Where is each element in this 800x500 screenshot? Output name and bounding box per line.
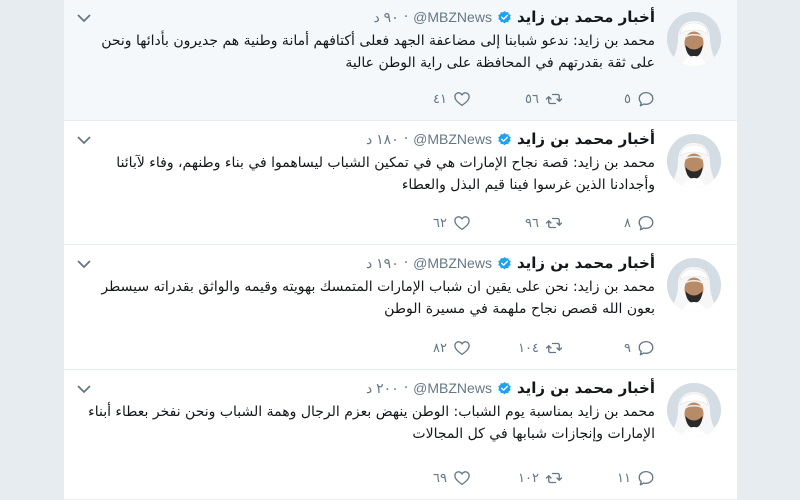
retweet-button[interactable]: ١٠٤	[471, 339, 563, 357]
tweet-actions: ٥ ٥٦ ٤١	[375, 88, 655, 110]
tweet-header: أخبار محمد بن زايد @MBZNews · ٢٠٠ د	[104, 377, 655, 399]
reply-count: ١١	[617, 470, 631, 486]
tweet-timeline: أخبار محمد بن زايد @MBZNews · ٩٠ د محمد …	[63, 0, 738, 500]
chevron-down-icon[interactable]	[76, 256, 92, 272]
reply-count: ٨	[624, 215, 631, 231]
tweet-actions: ٨ ٩٦ ٦٢	[375, 212, 655, 234]
like-button[interactable]: ٤١	[379, 90, 471, 108]
tweet-timestamp[interactable]: ٢٠٠ د	[366, 380, 399, 397]
reply-count: ٥	[624, 91, 631, 107]
author-handle[interactable]: @MBZNews	[413, 380, 492, 396]
author-handle[interactable]: @MBZNews	[413, 255, 492, 271]
retweet-icon	[545, 339, 563, 357]
like-button[interactable]: ٦٩	[379, 469, 471, 487]
tweet-timestamp[interactable]: ١٩٠ د	[366, 255, 399, 272]
avatar[interactable]	[667, 383, 721, 437]
author-name[interactable]: أخبار محمد بن زايد	[517, 130, 655, 148]
tweet-text: محمد بن زايد: قصة نجاح الإمارات هي في تم…	[116, 155, 655, 193]
heart-icon	[453, 214, 471, 232]
heart-icon	[453, 339, 471, 357]
separator-dot: ·	[403, 255, 409, 271]
reply-icon	[637, 469, 655, 487]
reply-button[interactable]: ٥	[563, 90, 655, 108]
retweet-icon	[545, 214, 563, 232]
verified-badge-icon	[497, 381, 512, 396]
separator-dot: ·	[403, 131, 409, 147]
author-name[interactable]: أخبار محمد بن زايد	[517, 254, 655, 272]
avatar[interactable]	[667, 134, 721, 188]
verified-badge-icon	[497, 132, 512, 147]
tweet[interactable]: أخبار محمد بن زايد @MBZNews · ٢٠٠ د محمد…	[64, 371, 737, 500]
tweet-actions: ٩ ١٠٤ ٨٢	[375, 337, 655, 359]
tweet[interactable]: أخبار محمد بن زايد @MBZNews · ١٩٠ د محمد…	[64, 246, 737, 370]
tweet-text: محمد بن زايد: نحن على يقين ان شباب الإما…	[101, 279, 655, 317]
retweet-icon	[545, 469, 563, 487]
tweet-timestamp[interactable]: ٩٠ د	[374, 9, 399, 26]
tweet-header: أخبار محمد بن زايد @MBZNews · ١٨٠ د	[104, 128, 655, 150]
heart-icon	[453, 469, 471, 487]
heart-icon	[453, 90, 471, 108]
chevron-down-icon[interactable]	[76, 381, 92, 397]
tweet[interactable]: أخبار محمد بن زايد @MBZNews · ١٨٠ د محمد…	[64, 122, 737, 245]
reply-button[interactable]: ١١	[563, 469, 655, 487]
tweet-timestamp[interactable]: ١٨٠ د	[366, 131, 399, 148]
author-handle[interactable]: @MBZNews	[413, 131, 492, 147]
separator-dot: ·	[403, 380, 409, 396]
like-count: ٤١	[433, 91, 447, 107]
reply-icon	[637, 214, 655, 232]
chevron-down-icon[interactable]	[76, 132, 92, 148]
like-count: ٦٩	[433, 470, 447, 486]
reply-button[interactable]: ٩	[563, 339, 655, 357]
like-count: ٦٢	[433, 215, 447, 231]
retweet-button[interactable]: ٥٦	[471, 90, 563, 108]
author-name[interactable]: أخبار محمد بن زايد	[517, 8, 655, 26]
tweet-header: أخبار محمد بن زايد @MBZNews · ٩٠ د	[104, 6, 655, 28]
separator-dot: ·	[403, 9, 409, 25]
tweet[interactable]: أخبار محمد بن زايد @MBZNews · ٩٠ د محمد …	[64, 0, 737, 121]
tweet-header: أخبار محمد بن زايد @MBZNews · ١٩٠ د	[104, 252, 655, 274]
retweet-count: ١٠٢	[518, 470, 539, 486]
retweet-button[interactable]: ٩٦	[471, 214, 563, 232]
reply-icon	[637, 90, 655, 108]
tweet-text: محمد بن زايد: ندعو شبابنا إلى مضاعفة الج…	[101, 33, 655, 71]
like-button[interactable]: ٦٢	[379, 214, 471, 232]
retweet-button[interactable]: ١٠٢	[471, 469, 563, 487]
avatar[interactable]	[667, 258, 721, 312]
like-button[interactable]: ٨٢	[379, 339, 471, 357]
tweet-actions: ١١ ١٠٢ ٦٩	[375, 467, 655, 489]
verified-badge-icon	[497, 256, 512, 271]
retweet-icon	[545, 90, 563, 108]
chevron-down-icon[interactable]	[76, 10, 92, 26]
author-name[interactable]: أخبار محمد بن زايد	[517, 379, 655, 397]
author-handle[interactable]: @MBZNews	[413, 9, 492, 25]
reply-button[interactable]: ٨	[563, 214, 655, 232]
avatar[interactable]	[667, 12, 721, 66]
reply-count: ٩	[624, 340, 631, 356]
verified-badge-icon	[497, 10, 512, 25]
retweet-count: ٩٦	[525, 215, 539, 231]
retweet-count: ٥٦	[525, 91, 539, 107]
retweet-count: ١٠٤	[518, 340, 539, 356]
like-count: ٨٢	[433, 340, 447, 356]
tweet-text: محمد بن زايد بمناسبة يوم الشباب: الوطن ي…	[88, 404, 655, 442]
reply-icon	[637, 339, 655, 357]
